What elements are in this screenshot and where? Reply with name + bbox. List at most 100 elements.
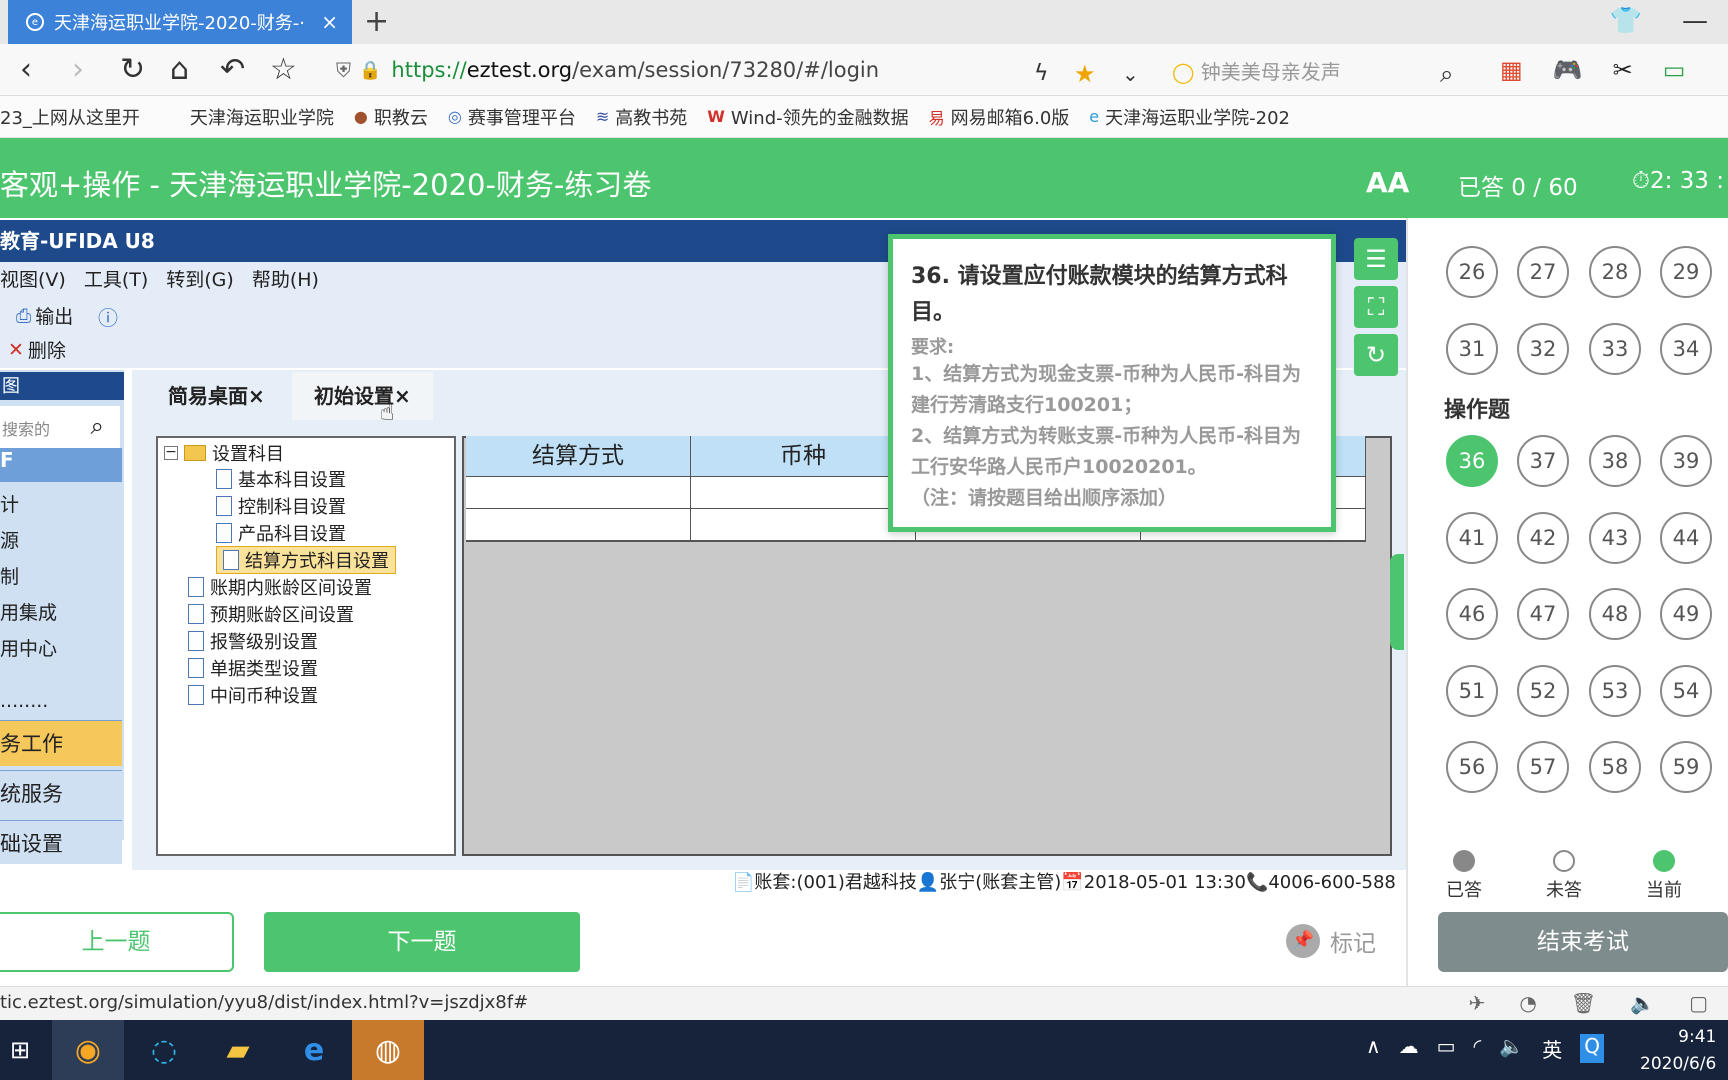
question-circle[interactable]: 34 [1660, 323, 1712, 375]
nav-item[interactable]: 用中心 [0, 634, 57, 661]
mark-button[interactable]: 📌 标记 [1286, 924, 1376, 958]
qq-icon[interactable]: Q [1580, 1034, 1604, 1063]
bookmark-item[interactable]: 易网易邮箱6.0版 [929, 104, 1070, 130]
question-circle[interactable]: 51 [1446, 665, 1498, 717]
question-circle[interactable]: 33 [1589, 323, 1641, 375]
next-question-button[interactable]: 下一题 [264, 912, 580, 972]
question-circle[interactable]: 27 [1517, 246, 1569, 298]
previous-question-button[interactable]: 上一题 [0, 912, 234, 972]
tree-item[interactable]: 中间币种设置 [188, 682, 318, 708]
menu-view[interactable]: 视图(V) [0, 262, 66, 298]
question-circle[interactable]: 44 [1660, 512, 1712, 564]
bookmark-item[interactable]: ● 职教云 [354, 104, 428, 130]
tree-item[interactable]: 产品科目设置 [216, 520, 346, 546]
delete-button[interactable]: ✕ 删除 [8, 336, 66, 363]
nav-current-item[interactable]: F [0, 448, 122, 482]
search-app-taskbar-icon[interactable]: ◌ [128, 1020, 200, 1080]
panel-drag-handle[interactable] [1390, 554, 1404, 650]
search-icon[interactable]: ⌕ [1440, 58, 1453, 90]
question-circle[interactable]: 47 [1517, 588, 1569, 640]
chevron-up-icon[interactable]: ∧ [1366, 1034, 1381, 1063]
bookmark-item[interactable]: 天津海运职业学院 [190, 104, 334, 130]
folder-taskbar-icon[interactable]: ▰ [202, 1020, 274, 1080]
bookmark-item[interactable]: ≋ 高教书苑 [596, 104, 687, 130]
task-view-icon[interactable]: ⊞ [0, 1020, 40, 1080]
reset-icon[interactable]: ↻ [1354, 334, 1398, 376]
tab-initial-settings[interactable]: 初始设置× [292, 372, 433, 420]
battery-icon[interactable]: ▭ [1437, 1034, 1456, 1063]
reload-icon[interactable]: ↻ [120, 54, 145, 86]
question-circle[interactable]: 57 [1517, 741, 1569, 793]
question-circle[interactable]: 39 [1660, 435, 1712, 487]
table-cell[interactable] [466, 509, 691, 542]
table-cell[interactable] [691, 509, 916, 542]
question-circle[interactable]: 26 [1446, 246, 1498, 298]
question-circle[interactable]: 31 [1446, 323, 1498, 375]
export-button[interactable]: ⎙ 输出 [16, 302, 73, 329]
wifi-icon[interactable]: ◜ [1474, 1034, 1482, 1063]
menu-goto[interactable]: 转到(G) [166, 262, 234, 298]
tree-item[interactable]: 基本科目设置 [216, 466, 346, 492]
tree-item[interactable]: 报警级别设置 [188, 628, 318, 654]
question-circle[interactable]: 53 [1589, 665, 1641, 717]
table-cell[interactable] [466, 477, 691, 510]
question-circle[interactable]: 43 [1589, 512, 1641, 564]
end-exam-button[interactable]: 结束考试 [1438, 912, 1728, 972]
menu-help[interactable]: 帮助(H) [252, 262, 319, 298]
volume-icon[interactable]: 🔈 [1630, 987, 1655, 1019]
rocket-icon[interactable]: ✈ [1469, 987, 1486, 1019]
question-circle[interactable]: 32 [1517, 323, 1569, 375]
question-circle[interactable]: 42 [1517, 512, 1569, 564]
question-circle[interactable]: 59 [1660, 741, 1712, 793]
bookmark-item[interactable]: 23_上网从这里开 [0, 104, 140, 130]
browser-tab[interactable]: e 天津海运职业学院-2020-财务-· × [8, 0, 352, 44]
tree-item-selected[interactable]: 结算方式科目设置 [216, 546, 396, 574]
undo-icon[interactable]: ↶ [220, 54, 245, 86]
tree-item[interactable]: 预期账龄区间设置 [188, 601, 354, 627]
question-circle-current[interactable]: 36 [1446, 435, 1498, 487]
nav-group-business[interactable]: 务工作 [0, 720, 122, 766]
question-circle[interactable]: 41 [1446, 512, 1498, 564]
question-circle[interactable]: 52 [1517, 665, 1569, 717]
nav-group-basic[interactable]: 础设置 [0, 820, 122, 864]
question-circle[interactable]: 38 [1589, 435, 1641, 487]
window-icon[interactable]: ▢ [1689, 987, 1708, 1019]
browser-taskbar-icon[interactable]: ◉ [52, 1020, 124, 1080]
tree-root[interactable]: − 设置科目 [164, 440, 284, 466]
shirt-icon[interactable]: 👕 [1610, 6, 1642, 36]
system-clock[interactable]: 9:41 2020/6/6 [1640, 1024, 1716, 1078]
collapse-icon[interactable]: − [164, 445, 178, 460]
nav-item[interactable]: 计 [0, 490, 19, 517]
nav-item[interactable]: 制 [0, 562, 19, 589]
tree-item[interactable]: 单据类型设置 [188, 655, 318, 681]
tab-simple-desktop[interactable]: 简易桌面× [146, 372, 287, 420]
table-cell[interactable] [691, 477, 916, 510]
edge-taskbar-icon[interactable]: e [278, 1020, 350, 1080]
home-icon[interactable]: ⌂ [170, 54, 189, 86]
tab-close-icon[interactable]: × [321, 10, 338, 34]
question-circle[interactable]: 48 [1589, 588, 1641, 640]
question-circle[interactable]: 56 [1446, 741, 1498, 793]
chevron-down-icon[interactable]: ⌄ [1122, 58, 1139, 90]
favorite-star-icon[interactable]: ★ [1074, 58, 1096, 90]
game-icon[interactable]: 🎮 [1553, 56, 1583, 84]
question-circle[interactable]: 46 [1446, 588, 1498, 640]
fullscreen-icon[interactable]: ⛶ [1354, 286, 1398, 328]
tree-item[interactable]: 控制科目设置 [216, 493, 346, 519]
search-icon[interactable]: ⌕ [91, 412, 104, 440]
question-circle[interactable]: 37 [1517, 435, 1569, 487]
nav-item[interactable]: 源 [0, 526, 19, 553]
question-circle[interactable]: 29 [1660, 246, 1712, 298]
forward-icon[interactable]: › [72, 54, 84, 86]
battery-icon[interactable]: ▭ [1663, 56, 1686, 84]
nav-item[interactable]: 用集成 [0, 598, 57, 625]
apps-icon[interactable]: ▦ [1500, 56, 1523, 84]
tree-item[interactable]: 账期内账龄区间设置 [188, 574, 372, 600]
bookmark-item[interactable]: W Wind-领先的金融数据 [707, 104, 908, 130]
column-header[interactable]: 币种 [691, 436, 916, 476]
nav-search-input[interactable]: 搜索的 ⌕ [0, 406, 120, 448]
ime-indicator[interactable]: 英 [1542, 1034, 1562, 1063]
question-circle[interactable]: 49 [1660, 588, 1712, 640]
help-icon[interactable]: ⓘ [98, 302, 118, 331]
question-circle[interactable]: 54 [1660, 665, 1712, 717]
